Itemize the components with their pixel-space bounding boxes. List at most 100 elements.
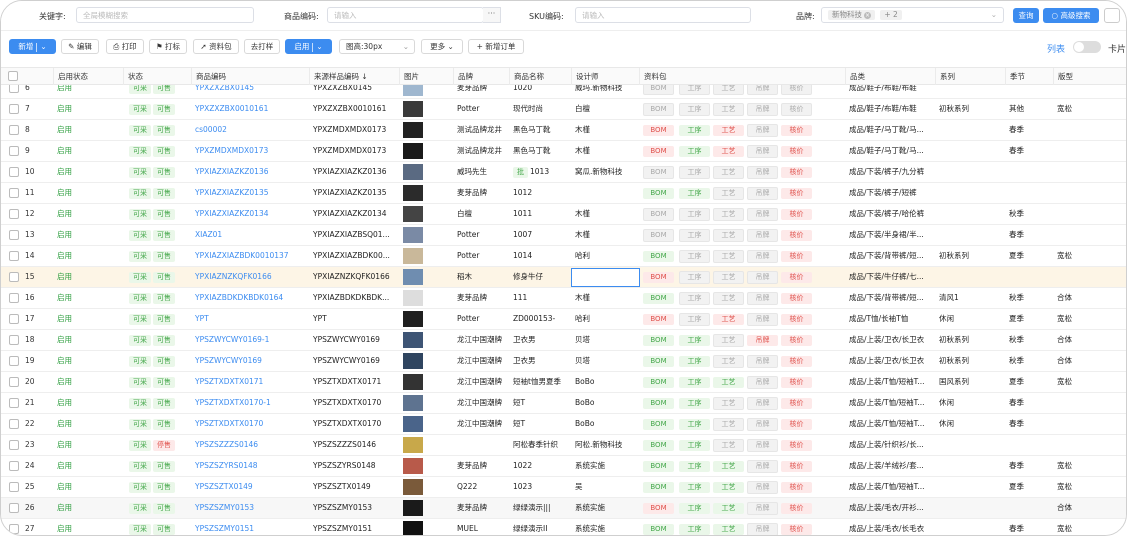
product-code-link[interactable]: YPT bbox=[191, 309, 309, 329]
package-4-badge[interactable]: 核价 bbox=[781, 524, 812, 535]
table-row[interactable]: 19 启用 可采 可售 YPSZWYCWY0169 YPSZWYCWY0169 龙江中国潮牌… bbox=[1, 351, 1126, 372]
table-row[interactable]: 20 启用 可采 可售 YPSZTXDXTX0171 YPSZTXDXTX0171 龙江中国… bbox=[1, 372, 1126, 393]
package-2-badge[interactable]: 工艺 bbox=[713, 271, 744, 284]
col-fit[interactable]: 版型 bbox=[1053, 68, 1126, 86]
package-2-badge[interactable]: 工艺 bbox=[713, 314, 744, 325]
more-button[interactable]: 更多 ⌄ bbox=[421, 39, 463, 54]
package-3-badge[interactable]: 吊牌 bbox=[747, 523, 778, 535]
product-thumbnail[interactable] bbox=[403, 479, 423, 495]
advanced-search-button[interactable]: ○ 高级搜索 bbox=[1043, 8, 1099, 23]
package-4-badge[interactable]: 核价 bbox=[781, 125, 812, 136]
product-thumbnail[interactable] bbox=[403, 458, 423, 474]
package-0-badge[interactable]: BOM bbox=[643, 188, 674, 199]
table-row[interactable]: 21 启用 可采 可售 YPSZTXDXTX0170-1 YPSZTXDXTX0170 龙江… bbox=[1, 393, 1126, 414]
package-2-badge[interactable]: 工艺 bbox=[713, 229, 744, 242]
product-code-link[interactable]: YPXZXZBX0145 bbox=[191, 85, 309, 98]
package-4-badge[interactable]: 核价 bbox=[781, 398, 812, 409]
row-checkbox[interactable] bbox=[9, 335, 19, 345]
row-checkbox[interactable] bbox=[9, 398, 19, 408]
package-2-badge[interactable]: 工艺 bbox=[713, 208, 744, 221]
row-checkbox[interactable] bbox=[9, 251, 19, 261]
row-checkbox[interactable] bbox=[9, 419, 19, 429]
package-3-badge[interactable]: 吊牌 bbox=[747, 460, 778, 473]
package-1-badge[interactable]: 工序 bbox=[679, 125, 710, 136]
row-checkbox[interactable] bbox=[9, 293, 19, 303]
mark-button[interactable]: ⚑ 打标 bbox=[149, 39, 187, 54]
package-2-badge[interactable]: 工艺 bbox=[713, 482, 744, 493]
package-3-badge[interactable]: 吊牌 bbox=[747, 145, 778, 158]
package-4-badge[interactable]: 核价 bbox=[781, 482, 812, 493]
col-series[interactable]: 系列 bbox=[935, 68, 1005, 86]
product-thumbnail[interactable] bbox=[403, 122, 423, 138]
package-4-badge[interactable]: 核价 bbox=[781, 103, 812, 116]
col-season[interactable]: 季节 bbox=[1005, 68, 1053, 86]
image-height-select[interactable]: 图高:30px ⌄ bbox=[339, 39, 415, 54]
package-2-badge[interactable]: 工艺 bbox=[713, 397, 744, 410]
package-2-badge[interactable]: 工艺 bbox=[713, 461, 744, 472]
package-1-badge[interactable]: 工序 bbox=[679, 398, 710, 409]
product-code-link[interactable]: cs00002 bbox=[191, 120, 309, 140]
package-3-badge[interactable]: 吊牌 bbox=[747, 271, 778, 284]
package-1-badge[interactable]: 工序 bbox=[679, 461, 710, 472]
package-1-badge[interactable]: 工序 bbox=[679, 229, 710, 242]
product-code-link[interactable]: YPSZSZTX0149 bbox=[191, 477, 309, 497]
product-thumbnail[interactable] bbox=[403, 290, 423, 306]
package-3-badge[interactable]: 吊牌 bbox=[747, 335, 778, 346]
package-0-badge[interactable]: BOM bbox=[643, 293, 674, 304]
package-3-badge[interactable]: 吊牌 bbox=[747, 376, 778, 389]
product-thumbnail[interactable] bbox=[403, 374, 423, 390]
product-code-link[interactable]: YPXZXZBX0010161 bbox=[191, 99, 309, 119]
product-thumbnail[interactable] bbox=[403, 101, 423, 117]
table-row[interactable]: 10 启用 可采 可售 YPXIAZXIAZKZ0136 YPXIAZXIAZKZ0136… bbox=[1, 162, 1126, 183]
product-code-link[interactable]: YPXIAZXIAZKZ0135 bbox=[191, 183, 309, 203]
row-checkbox[interactable] bbox=[9, 503, 19, 513]
package-1-badge[interactable]: 工序 bbox=[679, 250, 710, 263]
table-row[interactable]: 24 启用 可采 可售 YPSZSZYRS0148 YPSZSZYRS0148 麦芽品牌 10… bbox=[1, 456, 1126, 477]
code-more-button[interactable]: ··· bbox=[483, 7, 501, 23]
row-checkbox[interactable] bbox=[9, 482, 19, 492]
package-1-badge[interactable]: 工序 bbox=[679, 503, 710, 514]
package-0-badge[interactable]: BOM bbox=[643, 229, 674, 242]
package-4-badge[interactable]: 核价 bbox=[781, 85, 812, 95]
product-thumbnail[interactable] bbox=[403, 332, 423, 348]
add-button[interactable]: 新增 ⌄ bbox=[9, 39, 56, 54]
package-1-badge[interactable]: 工序 bbox=[679, 146, 710, 157]
table-row[interactable]: 14 启用 可采 可售 YPXIAZXIAZBDK0010137 YPXIAZXIAZBD… bbox=[1, 246, 1126, 267]
row-checkbox[interactable] bbox=[9, 524, 19, 534]
package-0-badge[interactable]: BOM bbox=[643, 461, 674, 472]
table-row[interactable]: 18 启用 可采 可售 YPSZWYCWY0169-1 YPSZWYCWY0169 龙江中国… bbox=[1, 330, 1126, 351]
package-1-badge[interactable]: 工序 bbox=[679, 85, 710, 95]
package-2-badge[interactable]: 工艺 bbox=[713, 146, 744, 157]
row-checkbox[interactable] bbox=[9, 230, 19, 240]
package-0-badge[interactable]: BOM bbox=[643, 482, 674, 493]
table-row[interactable]: 16 启用 可采 可售 YPXIAZBDKDKBDK0164 YPXIAZBDKDKBDK… bbox=[1, 288, 1126, 309]
package-4-badge[interactable]: 核价 bbox=[781, 419, 812, 430]
package-4-badge[interactable]: 核价 bbox=[781, 167, 812, 178]
package-3-badge[interactable]: 吊牌 bbox=[747, 481, 778, 494]
brand-select[interactable]: 新物科技 × + 2 ⌄ bbox=[821, 7, 1004, 23]
product-code-link[interactable]: YPXIAZBDKDKBDK0164 bbox=[191, 288, 309, 308]
table-row[interactable]: 7 启用 可采 可售 YPXZXZBX0010161 YPXZXZBX0010161 Pot… bbox=[1, 99, 1126, 120]
product-code-link[interactable]: YPXIAZXIAZKZ0136 bbox=[191, 162, 309, 182]
tag-close-icon[interactable]: × bbox=[864, 11, 871, 19]
package-4-badge[interactable]: 核价 bbox=[781, 356, 812, 367]
product-thumbnail[interactable] bbox=[403, 500, 423, 516]
package-3-badge[interactable]: 吊牌 bbox=[747, 85, 778, 95]
product-code-link[interactable]: YPXIAZXIAZBDK0010137 bbox=[191, 246, 309, 266]
keyword-input[interactable]: 全局模糊搜索 bbox=[76, 7, 254, 23]
package-4-badge[interactable]: 核价 bbox=[781, 251, 812, 262]
view-list-label[interactable]: 列表 bbox=[1047, 42, 1065, 55]
table-row[interactable]: 13 启用 可采 可售 XIAZ01 YPXIAZXIAZBSQ01... Potter 10… bbox=[1, 225, 1126, 246]
table-row[interactable]: 22 启用 可采 可售 YPSZTXDXTX0170 YPSZTXDXTX0170 龙江中国… bbox=[1, 414, 1126, 435]
package-2-badge[interactable]: 工艺 bbox=[713, 166, 744, 179]
row-checkbox[interactable] bbox=[9, 314, 19, 324]
package-0-badge[interactable]: BOM bbox=[643, 419, 674, 430]
row-checkbox[interactable] bbox=[9, 356, 19, 366]
code-input[interactable]: 请输入 bbox=[327, 7, 484, 23]
package-3-badge[interactable]: 吊牌 bbox=[747, 292, 778, 305]
row-checkbox[interactable] bbox=[9, 125, 19, 135]
product-thumbnail[interactable] bbox=[403, 521, 423, 535]
col-category[interactable]: 品类 bbox=[845, 68, 935, 86]
settings-icon[interactable] bbox=[1104, 8, 1120, 23]
product-thumbnail[interactable] bbox=[403, 437, 423, 453]
